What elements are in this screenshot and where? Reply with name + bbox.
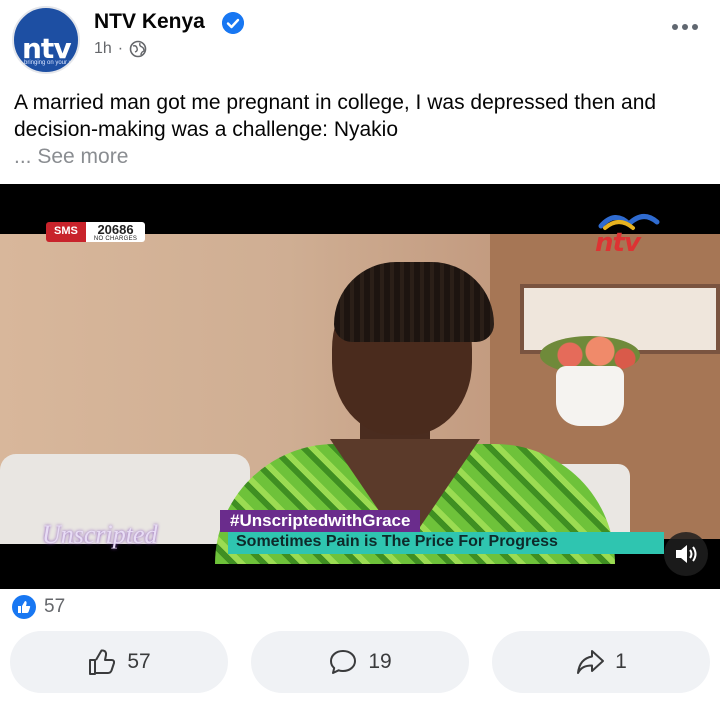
comment-icon — [330, 650, 357, 674]
volume-button[interactable] — [664, 532, 708, 576]
vase — [556, 366, 624, 426]
post-header: ntv bringing on your way NTV Kenya 1h · — [0, 0, 720, 80]
show-title: Unscripted — [42, 520, 158, 549]
sms-badge: SMS 20686 NO CHARGES — [46, 222, 146, 242]
channel-logo: ntv — [595, 210, 675, 258]
thumbs-up-icon — [89, 649, 116, 675]
share-button[interactable]: 1 — [492, 631, 710, 693]
like-button[interactable]: 57 — [10, 631, 228, 693]
verified-badge-icon — [222, 12, 244, 34]
comment-count: 19 — [368, 650, 392, 673]
video-player[interactable]: SMS 20686 NO CHARGES ntv Unscripted #Uns… — [0, 184, 720, 589]
channel-logo-text: ntv — [595, 228, 641, 258]
page-name[interactable]: NTV Kenya — [94, 10, 205, 34]
video-frame — [0, 234, 720, 564]
lower-third-caption: Sometimes Pain is The Price For Progress — [228, 532, 664, 554]
page-avatar[interactable]: ntv bringing on your way — [12, 6, 80, 74]
globe-icon — [129, 40, 147, 58]
action-bar: 57 19 1 — [10, 631, 710, 695]
more-options-icon[interactable] — [670, 22, 700, 32]
sms-label: SMS — [46, 222, 86, 242]
meta-separator: · — [117, 40, 124, 57]
reaction-count: 57 — [44, 596, 66, 617]
see-more-link[interactable]: ... See more — [14, 145, 128, 169]
post-meta: 1h · — [94, 40, 147, 58]
share-icon — [577, 650, 605, 674]
like-count: 57 — [127, 650, 151, 673]
share-count: 1 — [615, 650, 627, 673]
show-hashtag: #UnscriptedwithGrace — [220, 510, 421, 532]
volume-icon — [676, 545, 697, 563]
reaction-summary[interactable]: 57 — [12, 595, 65, 619]
like-reaction-icon — [12, 595, 36, 619]
avatar-tagline: bringing on your way — [24, 60, 80, 66]
post-caption: A married man got me pregnant in college… — [14, 91, 657, 141]
sms-subtext: NO CHARGES — [93, 236, 138, 242]
sms-number: 20686 — [97, 222, 134, 237]
comment-button[interactable]: 19 — [251, 631, 469, 693]
post-time[interactable]: 1h — [94, 40, 112, 58]
